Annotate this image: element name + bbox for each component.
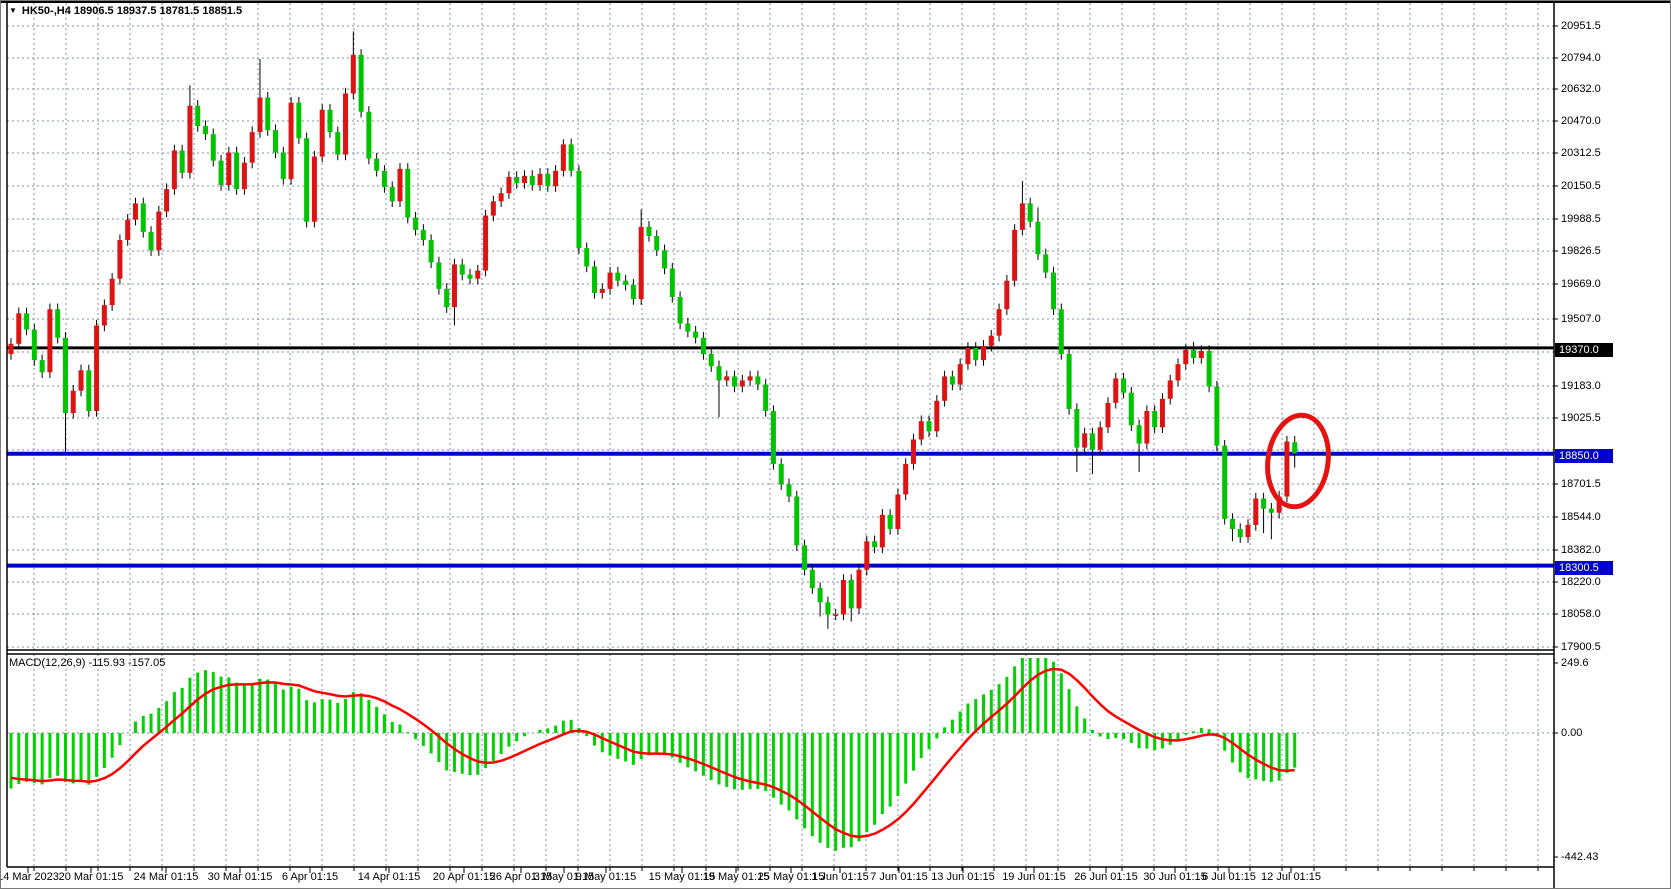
symbol-header: ▼ HK50-,H4 18906.5 18937.5 18781.5 18851.… — [9, 5, 242, 17]
time-axis-label: 14 Apr 01:15 — [357, 871, 421, 883]
macd-axis-label: -442.43 — [1561, 851, 1599, 863]
time-axis-label: 30 Mar 01:15 — [207, 871, 273, 883]
price-axis-label: 18701.5 — [1561, 478, 1601, 490]
price-axis-label: 20794.0 — [1561, 52, 1601, 64]
time-axis-label: 6 Apr 01:15 — [281, 871, 339, 883]
price-axis-label: 18220.0 — [1561, 576, 1601, 588]
macd-signal-line — [10, 667, 1295, 839]
price-badge-18850.0[interactable]: 18850.0 — [1555, 449, 1613, 463]
time-axis-label: 26 Jun 01:15 — [1074, 871, 1138, 883]
time-axis-label: 12 Jul 01:15 — [1261, 871, 1321, 883]
time-axis-label: 30 Jun 01:15 — [1143, 871, 1207, 883]
horizontal-level-lines[interactable] — [7, 346, 1554, 568]
price-axis-label: 19669.0 — [1561, 278, 1601, 290]
price-axis-label: 19988.5 — [1561, 213, 1601, 225]
chart-canvas[interactable] — [1, 1, 1671, 889]
annotation-circle[interactable] — [1262, 411, 1334, 510]
macd-layer — [9, 658, 1297, 851]
time-axis-label: 9 May 01:15 — [575, 871, 637, 883]
time-axis-label: 20 Mar 01:15 — [58, 871, 124, 883]
macd-axis-label: 249.6 — [1561, 657, 1589, 669]
price-axis-label: 19507.0 — [1561, 313, 1601, 325]
price-axis-label: 18382.0 — [1561, 544, 1601, 556]
time-axis-label: 1 Jun 01:15 — [811, 871, 869, 883]
price-axis-label: 20632.0 — [1561, 83, 1601, 95]
chevron-down-icon[interactable]: ▼ — [9, 6, 17, 15]
macd-axis-label: 0.00 — [1561, 727, 1583, 739]
price-axis-label: 18058.0 — [1561, 608, 1601, 620]
price-axis-label: 20312.5 — [1561, 147, 1601, 159]
price-axis-label: 20150.5 — [1561, 180, 1601, 192]
time-axis-label: 7 Jun 01:15 — [870, 871, 928, 883]
price-badge-18300.5[interactable]: 18300.5 — [1555, 561, 1613, 575]
time-axis-label: 14 Mar 2023 — [0, 871, 59, 883]
price-axis-label: 19025.5 — [1561, 412, 1601, 424]
price-axis-label: 17900.5 — [1561, 641, 1601, 653]
time-axis-label: 13 Jun 01:15 — [931, 871, 995, 883]
price-axis-label: 20470.0 — [1561, 115, 1601, 127]
time-axis-label: 6 Jul 01:15 — [1202, 871, 1256, 883]
macd-indicator-label: MACD(12,26,9) -115.93 -157.05 — [9, 657, 166, 669]
price-axis-label: 19183.0 — [1561, 380, 1601, 392]
mt4-chart-window: ▼ HK50-,H4 18906.5 18937.5 18781.5 18851.… — [0, 0, 1671, 889]
time-axis-label: 20 Apr 01:15 — [432, 871, 496, 883]
time-axis-label: 19 Jun 01:15 — [1002, 871, 1066, 883]
price-axis-label: 18544.0 — [1561, 511, 1601, 523]
time-axis-label: 24 Mar 01:15 — [133, 871, 199, 883]
price-badge-19370.0[interactable]: 19370.0 — [1555, 343, 1613, 357]
symbol-ohlc-text: HK50-,H4 18906.5 18937.5 18781.5 18851.5 — [21, 5, 243, 17]
price-axis-label: 20951.5 — [1561, 20, 1601, 32]
price-axis-label: 19826.5 — [1561, 245, 1601, 257]
